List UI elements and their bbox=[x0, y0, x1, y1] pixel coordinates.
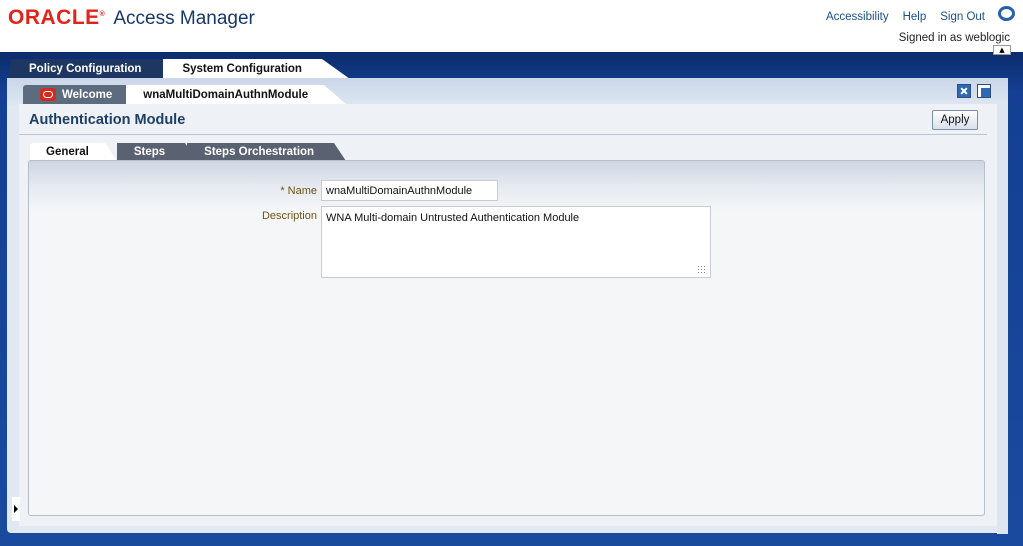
tab-system-configuration[interactable]: System Configuration bbox=[163, 59, 351, 79]
close-other-tabs-icon[interactable] bbox=[977, 84, 991, 98]
tab-steps[interactable]: Steps bbox=[116, 143, 198, 161]
signed-in-status: Signed in as weblogic bbox=[898, 32, 1010, 44]
tab-steps-orchestration[interactable]: Steps Orchestration bbox=[187, 143, 346, 161]
doc-tab-welcome[interactable]: Welcome bbox=[23, 85, 137, 104]
main-tab-bar: Policy Configuration System Configuratio… bbox=[10, 59, 351, 79]
help-link[interactable]: Help bbox=[903, 11, 927, 23]
name-input[interactable] bbox=[321, 180, 498, 201]
collapse-header-icon[interactable]: ▲ bbox=[993, 45, 1011, 55]
doc-tab-label: Welcome bbox=[62, 88, 113, 101]
close-all-tabs-icon[interactable] bbox=[957, 84, 971, 98]
oracle-logo: ORACLE® bbox=[8, 6, 106, 29]
title-divider bbox=[19, 134, 987, 135]
sign-out-link[interactable]: Sign Out bbox=[940, 11, 985, 23]
help-icon[interactable] bbox=[998, 6, 1015, 21]
apply-button[interactable]: Apply bbox=[932, 110, 978, 130]
document-tabs: Welcome wnaMultiDomainAuthnModule bbox=[23, 85, 346, 104]
accessibility-link[interactable]: Accessibility bbox=[826, 11, 889, 23]
page-title: Authentication Module bbox=[29, 112, 186, 128]
sub-tab-bar: General Steps Steps Orchestration bbox=[30, 143, 346, 161]
brand: ORACLE® Access Manager bbox=[8, 6, 255, 30]
tab-general[interactable]: General bbox=[30, 143, 117, 161]
expand-arrow-icon[interactable] bbox=[12, 497, 20, 521]
app-title: Access Manager bbox=[113, 8, 255, 29]
resize-grip-icon[interactable] bbox=[697, 265, 707, 275]
app-header: ORACLE® Access Manager Accessibility Hel… bbox=[0, 0, 1023, 52]
name-label: * Name bbox=[280, 185, 317, 197]
description-textarea[interactable]: WNA Multi-domain Untrusted Authenticatio… bbox=[321, 206, 711, 278]
panel-edge bbox=[997, 104, 1008, 534]
doc-tab-module[interactable]: wnaMultiDomainAuthnModule bbox=[126, 85, 346, 104]
oracle-home-icon bbox=[40, 88, 56, 101]
tab-policy-configuration[interactable]: Policy Configuration bbox=[10, 59, 172, 79]
global-links: Accessibility Help Sign Out bbox=[826, 11, 985, 23]
description-label: Description bbox=[261, 210, 317, 222]
